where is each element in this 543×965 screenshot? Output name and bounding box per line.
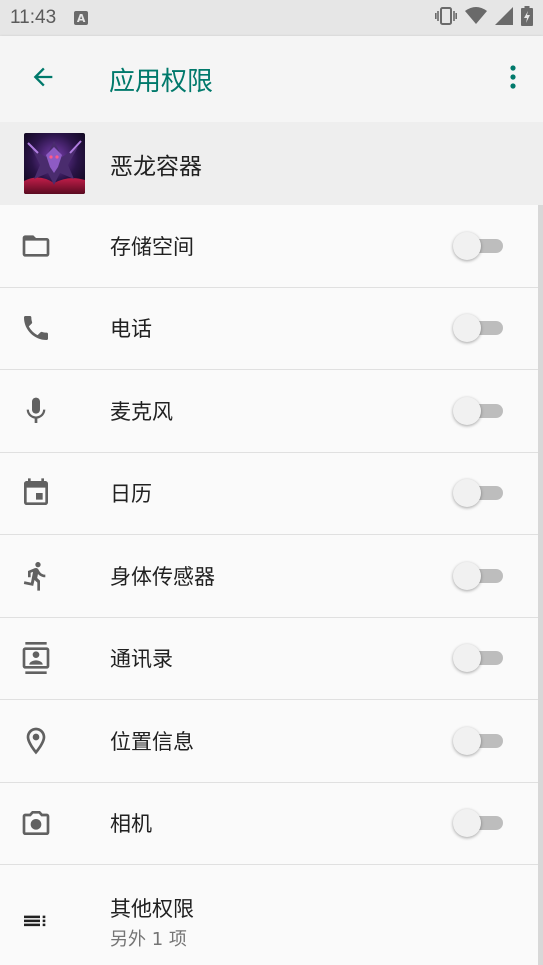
permission-toggle[interactable]: [453, 478, 503, 508]
permission-label: 身体传感器: [110, 564, 215, 589]
run-icon: [20, 560, 52, 592]
app-header: 恶龙容器: [0, 122, 543, 205]
permission-row-other[interactable]: 其他权限 另外 1 项: [0, 865, 543, 965]
vibrate-icon: [435, 7, 457, 29]
permission-row-location[interactable]: 位置信息: [0, 700, 543, 783]
permission-row-storage[interactable]: 存储空间: [0, 205, 543, 288]
permission-toggle[interactable]: [453, 726, 503, 756]
more-options-button[interactable]: [483, 36, 543, 122]
permission-label: 日历: [110, 482, 152, 507]
permission-toggle[interactable]: [453, 561, 503, 591]
permission-row-contacts[interactable]: 通讯录: [0, 618, 543, 700]
other-permissions-label: 其他权限: [110, 897, 194, 921]
permission-toggle[interactable]: [453, 313, 503, 343]
permission-label: 电话: [110, 317, 152, 342]
calendar-icon: [20, 477, 52, 509]
status-bar: 11:43 A: [0, 0, 543, 36]
permission-label: 通讯录: [110, 647, 173, 672]
app-name: 恶龙容器: [110, 153, 202, 180]
status-time: 11:43: [10, 7, 57, 28]
signal-icon: [495, 7, 513, 29]
more-vert-icon: [509, 64, 517, 94]
location-icon: [20, 725, 52, 757]
notification-a-icon: A: [74, 11, 89, 25]
permission-row-calendar[interactable]: 日历: [0, 453, 543, 535]
scrollbar[interactable]: [538, 205, 543, 965]
arrow-back-icon: [29, 63, 57, 95]
permission-label: 位置信息: [110, 729, 194, 754]
permission-toggle[interactable]: [453, 396, 503, 426]
list-icon: [20, 905, 52, 937]
wifi-icon: [465, 7, 487, 29]
app-bar: 应用权限: [0, 36, 543, 122]
permission-list: 存储空间 电话 麦克风 日历 身体传感器 通讯录 位置信息 相机 其他权限 另外…: [0, 205, 543, 965]
status-icons: [435, 6, 533, 30]
battery-charging-icon: [521, 6, 533, 30]
phone-icon: [20, 312, 52, 344]
page-title: 应用权限: [109, 66, 214, 97]
permission-label: 麦克风: [110, 399, 173, 424]
back-button[interactable]: [0, 36, 86, 122]
contacts-icon: [20, 642, 52, 675]
app-icon: [24, 133, 85, 194]
mic-icon: [20, 395, 52, 427]
permission-row-camera[interactable]: 相机: [0, 783, 543, 865]
permission-toggle[interactable]: [453, 808, 503, 838]
permission-label: 相机: [110, 812, 152, 837]
permission-row-microphone[interactable]: 麦克风: [0, 370, 543, 453]
permission-label: 存储空间: [110, 234, 194, 259]
other-permissions-count: 另外 1 项: [110, 929, 187, 950]
permission-toggle[interactable]: [453, 643, 503, 673]
permission-toggle[interactable]: [453, 231, 503, 261]
camera-icon: [20, 807, 52, 839]
permission-row-body-sensors[interactable]: 身体传感器: [0, 535, 543, 618]
permission-row-phone[interactable]: 电话: [0, 288, 543, 370]
folder-icon: [20, 230, 52, 262]
